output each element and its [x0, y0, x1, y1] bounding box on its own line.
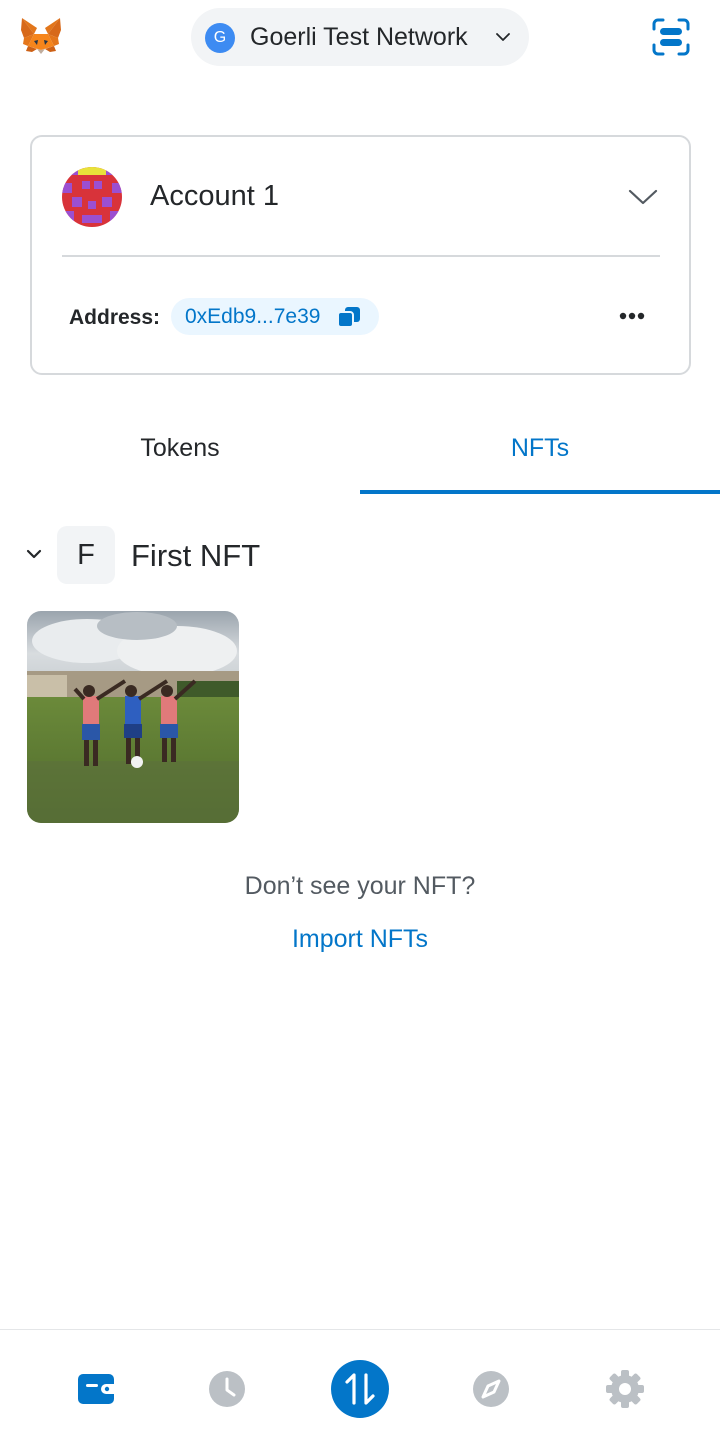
chevron-down-icon: [26, 549, 42, 559]
collection-name: First NFT: [131, 538, 261, 573]
address-label: Address:: [69, 306, 161, 329]
chevron-down-icon: [496, 33, 510, 41]
asset-tabs: Tokens NFTs: [0, 420, 720, 494]
network-name: Goerli Test Network: [250, 23, 468, 51]
copy-icon: [337, 307, 360, 328]
card-divider: [62, 255, 660, 257]
more-options-icon[interactable]: [618, 305, 646, 327]
wallet-icon[interactable]: [76, 1372, 116, 1406]
nft-collection-header[interactable]: F First NFT: [0, 524, 720, 586]
tab-tokens[interactable]: Tokens: [0, 420, 360, 494]
browser-compass-icon[interactable]: [472, 1370, 510, 1408]
address-copy-button[interactable]: 0xEdb9...7e39: [171, 298, 379, 335]
account-card: Account 1 Address: 0xEdb9...7e39: [30, 135, 691, 375]
tab-tokens-label: Tokens: [140, 434, 220, 462]
swap-arrows-icon[interactable]: [330, 1359, 390, 1419]
metamask-fox-icon: [21, 18, 61, 54]
import-nfts-link[interactable]: Import NFTs: [260, 925, 460, 954]
bottom-navigation: [0, 1329, 720, 1443]
qr-scan-icon[interactable]: [650, 16, 692, 58]
active-tab-indicator: [360, 490, 720, 494]
settings-gear-icon[interactable]: [605, 1369, 645, 1409]
nft-thumbnail[interactable]: [27, 611, 239, 823]
tab-nfts-label: NFTs: [510, 434, 570, 462]
collection-avatar: F: [57, 526, 115, 584]
activity-clock-icon[interactable]: [208, 1370, 246, 1408]
network-selector[interactable]: G Goerli Test Network: [191, 8, 529, 66]
network-badge: G: [205, 23, 235, 53]
account-address: 0xEdb9...7e39: [185, 305, 321, 328]
nft-photo: [27, 611, 239, 823]
missing-nft-prompt: Don’t see your NFT?: [244, 872, 476, 900]
account-name[interactable]: Account 1: [150, 180, 279, 213]
account-avatar[interactable]: [62, 167, 122, 227]
tab-nfts[interactable]: NFTs: [360, 420, 720, 494]
top-bar: G Goerli Test Network: [0, 0, 720, 80]
account-chevron-down-icon[interactable]: [628, 188, 658, 206]
